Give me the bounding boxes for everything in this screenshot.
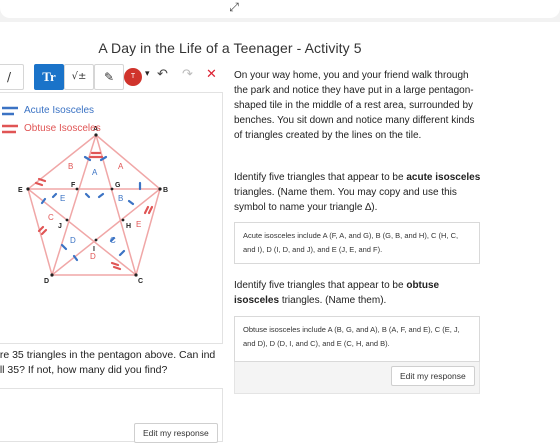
acute-answer-box: Acute isosceles include A (F, A, and G),… (234, 222, 480, 264)
count-response-box[interactable]: Edit my response (0, 388, 223, 443)
vertex-label-e: E (18, 187, 23, 194)
count-question: are 35 triangles in the pentagon above. … (0, 349, 216, 376)
region-label-obtuse-b: B (68, 162, 73, 171)
region-label-acute-b: B (118, 194, 123, 203)
legend-obtuse-label: Obtuse Isosceles (24, 123, 101, 134)
edit-response-button-2[interactable]: Edit my response (391, 366, 475, 386)
vertex-label-h: H (126, 223, 131, 230)
region-label-acute-d: D (70, 236, 76, 245)
vertex-label-c: C (138, 278, 143, 285)
redo-icon[interactable]: ↷ (182, 67, 193, 82)
acute-answer-text: Acute isosceles include A (F, A, and G),… (243, 231, 459, 254)
chevron-down-icon[interactable]: ▾ (145, 69, 150, 79)
undo-icon[interactable]: ↶ (157, 67, 168, 82)
region-label-acute-a: A (92, 168, 98, 177)
vertex-label-j: J (58, 223, 62, 230)
obtuse-response-footer: Edit my response (234, 362, 480, 394)
obtuse-question-text-end: triangles. (Name them). (279, 295, 387, 306)
region-label-obtuse-e: E (136, 220, 141, 229)
color-picker-button[interactable]: T (124, 68, 142, 86)
vertex-label-f: F (71, 182, 76, 189)
acute-question-text-end: triangles. (Name them. You may copy and … (234, 187, 457, 213)
obtuse-answer-box: Obtuse isosceles include A (B, G, and A)… (234, 316, 480, 362)
obtuse-question: Identify five triangles that appear to b… (234, 278, 482, 308)
close-icon[interactable]: ✕ (206, 67, 217, 82)
vertex-label-b: B (163, 187, 168, 194)
region-label-obtuse-a: A (118, 162, 124, 171)
obtuse-legend-swatch (2, 124, 18, 134)
math-icon[interactable]: √± (64, 64, 94, 90)
text-tool-icon[interactable]: Tr (34, 64, 64, 90)
region-label-acute-e: E (60, 194, 65, 203)
intro-paragraph: On your way home, you and your friend wa… (234, 70, 475, 141)
legend-acute-label: Acute Isosceles (24, 105, 95, 116)
acute-legend-swatch (2, 106, 18, 116)
obtuse-question-text: Identify five triangles that appear to b… (234, 280, 407, 291)
acute-question-text: Identify five triangles that appear to b… (234, 172, 407, 183)
app-frame: ⤢ A Day in the Life of a Teenager - Acti… (0, 0, 560, 443)
vertex-label-d: D (44, 278, 49, 285)
acute-question-bold: acute isosceles (406, 172, 481, 183)
top-bar: ⤢ (0, 0, 560, 18)
vertex-label-g: G (115, 182, 121, 189)
pen-icon[interactable]: / (0, 64, 24, 90)
acute-question: Identify five triangles that appear to b… (234, 170, 482, 215)
drawing-toolbar: / Tr √± ✎ T ▾ ↶ ↷ ✕ (0, 64, 222, 90)
expand-icon[interactable]: ⤢ (227, 0, 241, 14)
obtuse-answer-text: Obtuse isosceles include A (B, G, and A)… (243, 325, 460, 348)
edit-response-button[interactable]: Edit my response (134, 423, 218, 443)
region-label-obtuse-c: C (48, 213, 54, 222)
eraser-icon[interactable]: ✎ (94, 64, 124, 90)
page-title: A Day in the Life of a Teenager - Activi… (98, 40, 362, 56)
region-label-obtuse-d: D (90, 252, 96, 261)
